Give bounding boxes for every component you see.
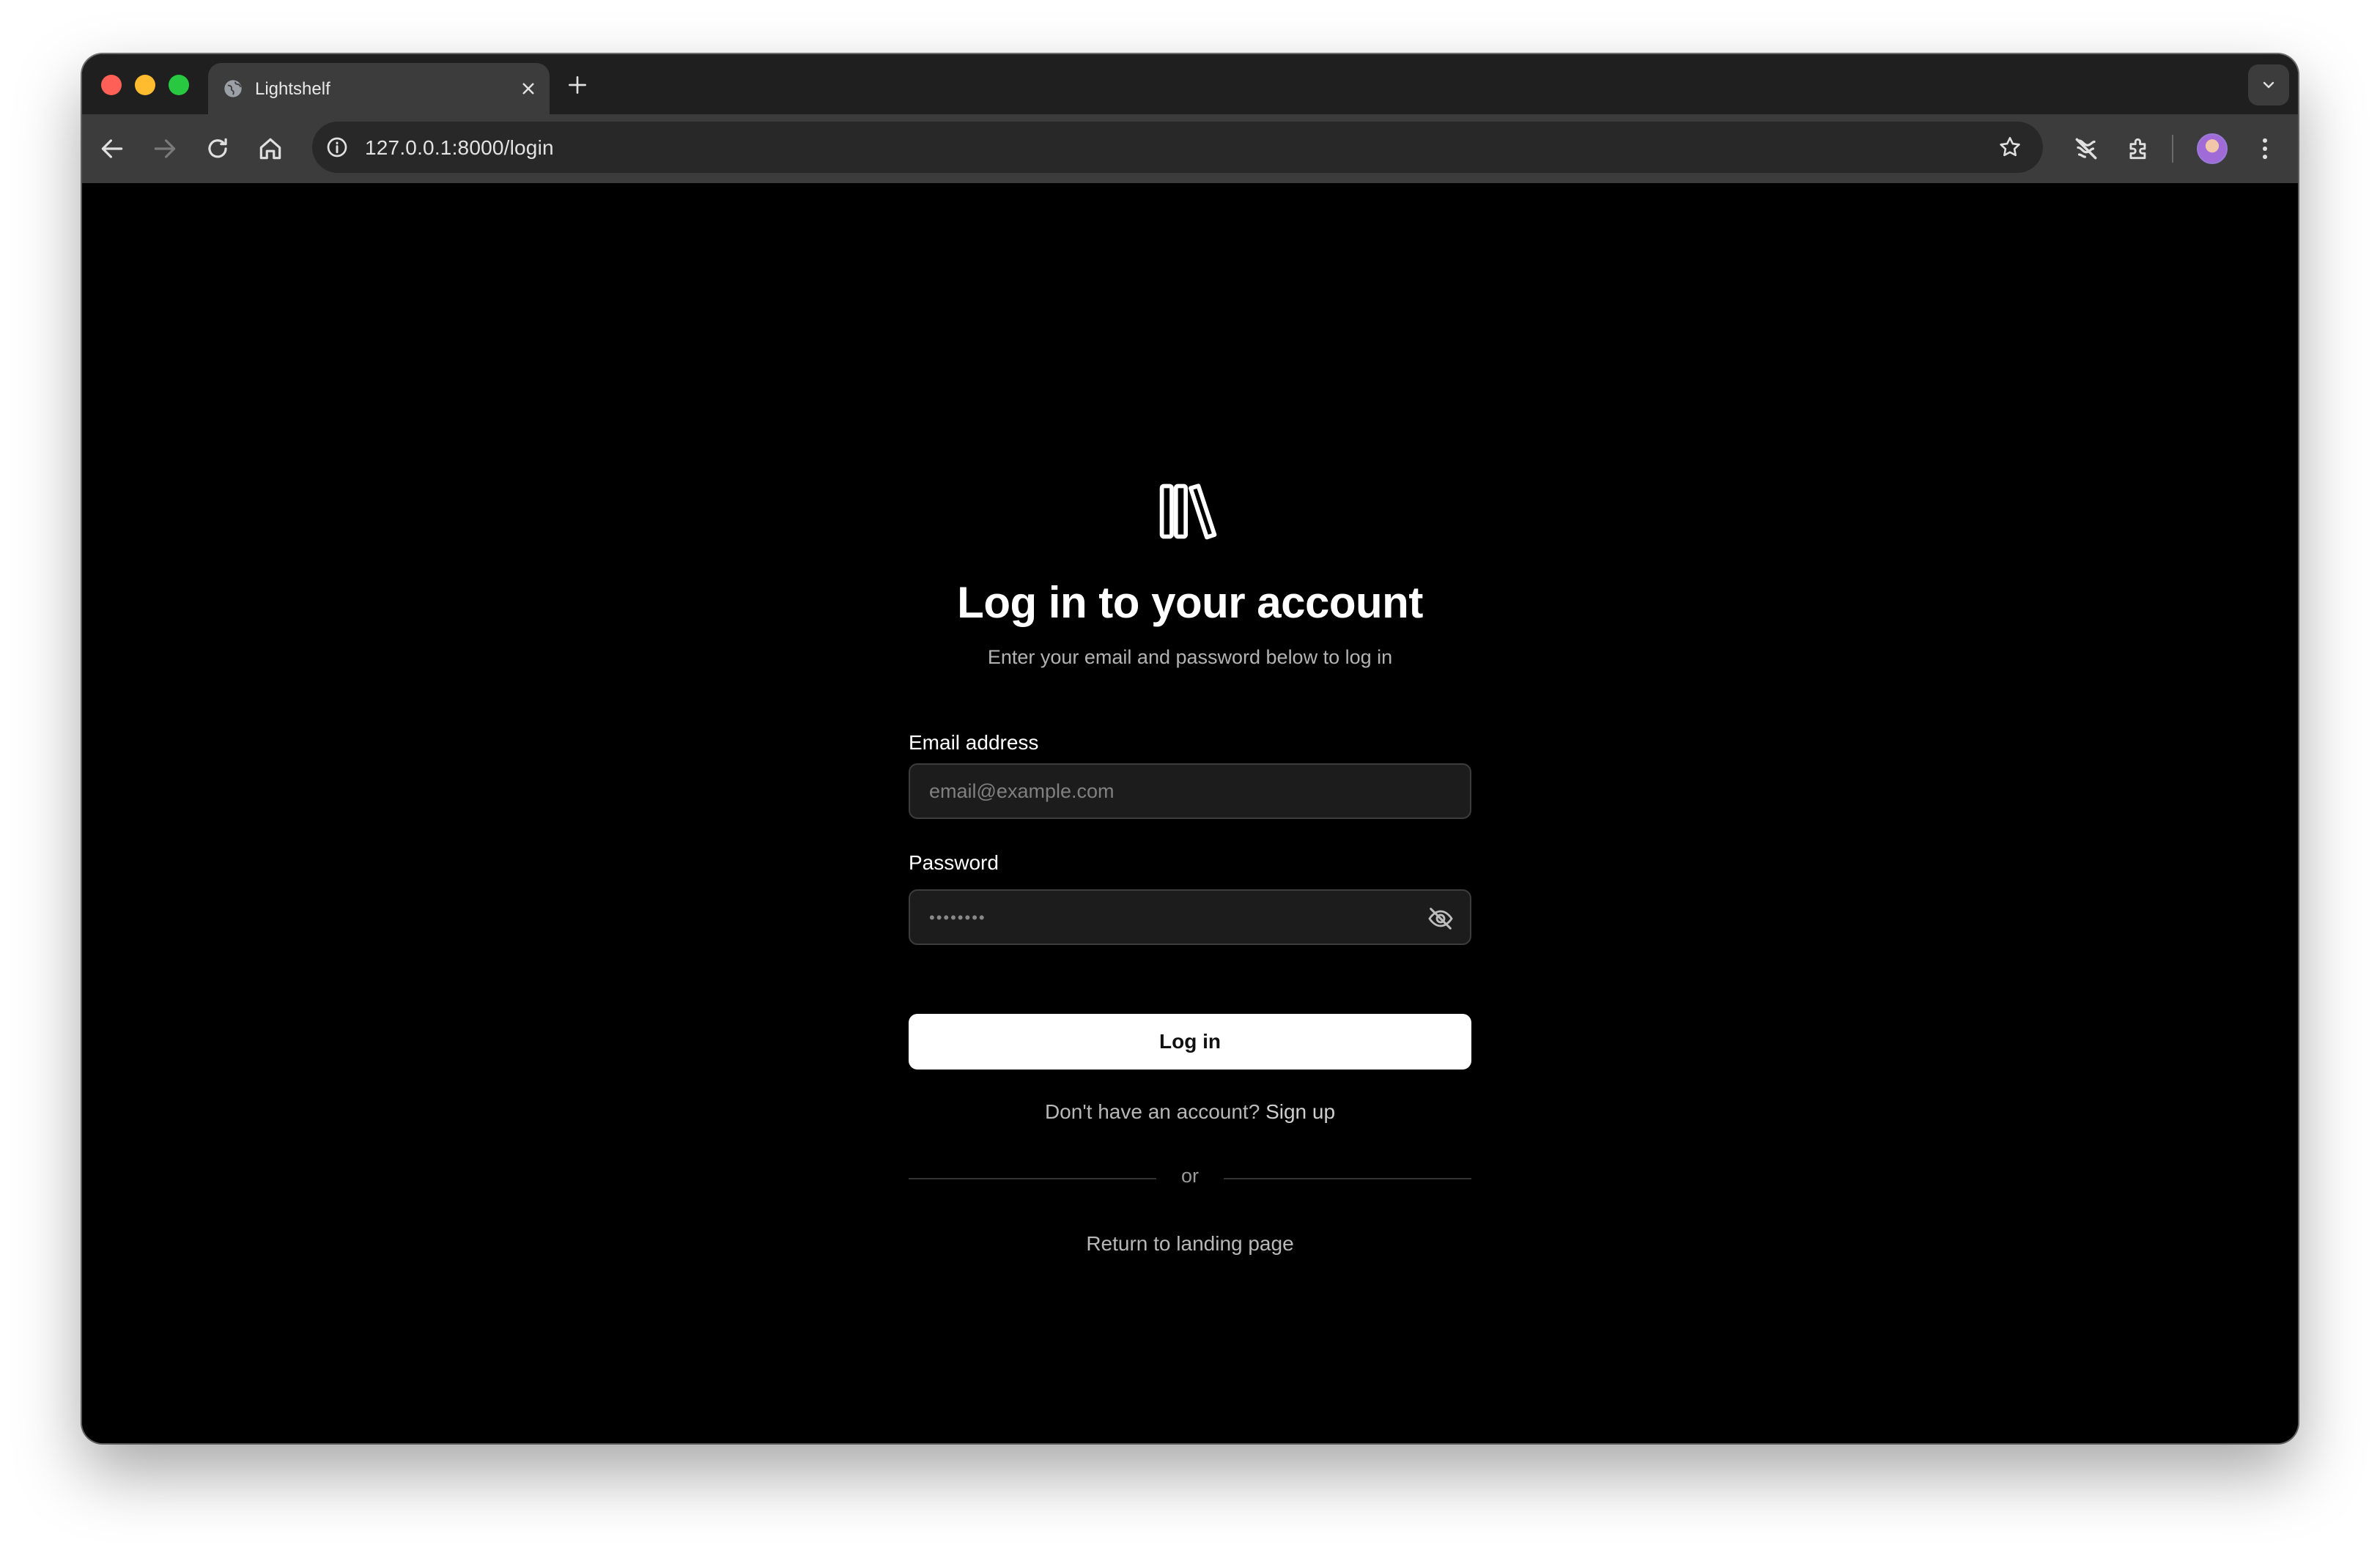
minimize-window-button[interactable] (135, 75, 155, 95)
bookmark-star-icon[interactable] (1998, 135, 2022, 160)
signup-prompt-text: Don't have an account? (1044, 1100, 1260, 1123)
password-field[interactable]: •••••••• (909, 889, 1471, 945)
email-field[interactable] (910, 765, 1470, 818)
signup-prompt: Don't have an account? Sign up (82, 1100, 2298, 1124)
library-books-icon (1159, 483, 1217, 540)
back-arrow-icon[interactable] (98, 135, 126, 163)
toolbar-separator (2172, 135, 2173, 163)
globe-icon (224, 80, 242, 97)
email-label: Email address (909, 731, 1039, 754)
profile-avatar[interactable] (2197, 133, 2228, 164)
page-title: Log in to your account (957, 578, 1423, 627)
divider-right (1224, 1178, 1471, 1179)
close-window-button[interactable] (101, 75, 122, 95)
extensions-puzzle-icon[interactable] (2125, 135, 2153, 163)
home-icon[interactable] (256, 135, 284, 163)
chevron-down-icon (2263, 81, 2274, 89)
new-tab-icon[interactable] (566, 73, 589, 97)
signup-link[interactable]: Sign up (1265, 1100, 1335, 1123)
more-menu-icon[interactable] (2251, 135, 2279, 163)
browser-toolbar: 127.0.0.1:8000/login (82, 114, 2298, 183)
browser-window: Lightshelf 127.0.0.1:8000/login Log in t… (82, 54, 2298, 1443)
password-placeholder-dots: •••••••• (929, 908, 986, 927)
page-subtitle: Enter your email and password below to l… (987, 646, 1393, 668)
return-landing-link[interactable]: Return to landing page (82, 1232, 2298, 1256)
tab-strip: Lightshelf (82, 54, 2298, 114)
email-field-container (909, 763, 1471, 819)
site-info-icon[interactable] (325, 136, 349, 159)
password-label: Password (909, 851, 999, 874)
reload-icon[interactable] (204, 135, 232, 163)
browser-tab[interactable]: Lightshelf (208, 63, 550, 114)
tab-title: Lightshelf (255, 79, 330, 99)
forward-arrow-icon[interactable] (151, 135, 179, 163)
tab-search-button[interactable] (2248, 64, 2289, 105)
maximize-window-button[interactable] (169, 75, 189, 95)
eye-off-icon[interactable] (1426, 904, 1455, 933)
close-tab-icon[interactable] (517, 78, 539, 100)
address-bar[interactable]: 127.0.0.1:8000/login (312, 122, 2043, 173)
login-page: Log in to your account Enter your email … (82, 183, 2298, 1443)
url-text[interactable]: 127.0.0.1:8000/login (365, 136, 554, 160)
tracking-blocked-icon[interactable] (2072, 135, 2100, 163)
login-button[interactable]: Log in (909, 1014, 1471, 1070)
divider-text: or (1180, 1165, 1199, 1187)
